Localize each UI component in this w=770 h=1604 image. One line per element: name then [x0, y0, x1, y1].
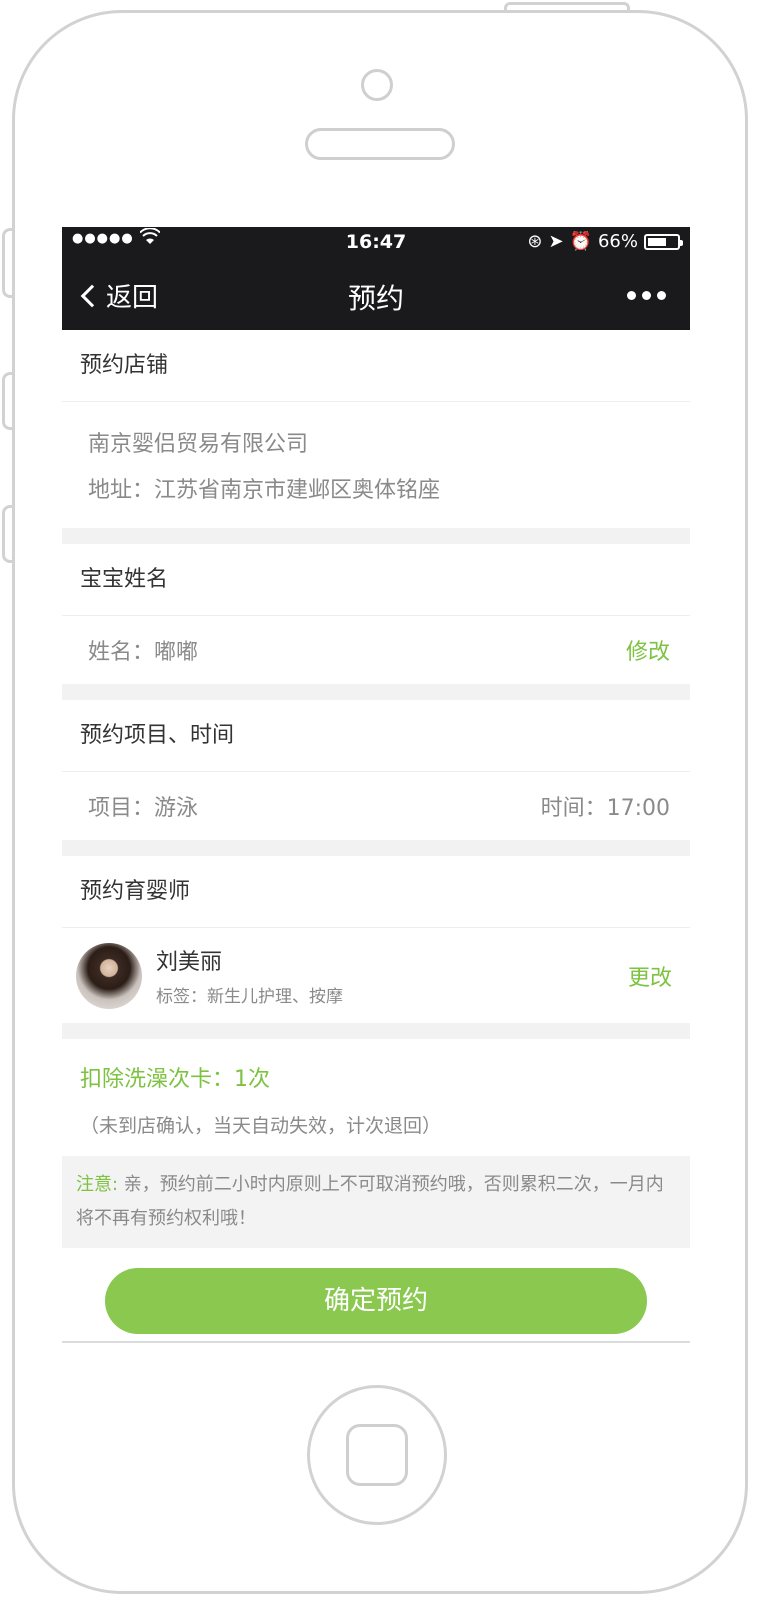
project-row: 项目：游泳 时间：17:00 [62, 772, 690, 840]
battery-percent: 66% [597, 231, 638, 252]
store-info: 南京婴侣贸易有限公司 地址：江苏省南京市建邺区奥体铭座 [62, 402, 690, 528]
more-icon[interactable] [627, 291, 666, 300]
deduct-section: 扣除洗澡次卡：1次 （未到店确认，当天自动失效，计次退回） [62, 1039, 690, 1156]
confirm-button[interactable]: 确定预约 [105, 1268, 647, 1334]
sitter-row: 刘美丽 标签：新生儿护理、按摩 更改 [62, 928, 690, 1023]
store-name: 南京婴侣贸易有限公司 [88, 432, 309, 457]
sitter-section-title: 预约育婴师 [62, 856, 690, 928]
battery-fill [648, 237, 667, 246]
nav-bar: 返回 预约 [62, 257, 690, 330]
notice: 注意: 亲，预约前二小时内原则上不可取消预约哦，否则累积二次，一月内将不再有预约… [62, 1156, 690, 1248]
rotation-lock-icon: ⊛ [527, 231, 543, 252]
location-icon: ➤ [548, 231, 564, 252]
sitter-tags: 标签：新生儿护理、按摩 [156, 987, 343, 1007]
baby-section: 宝宝姓名 姓名：嘟嘟 修改 [62, 544, 690, 684]
project-time: 时间：17:00 [540, 796, 670, 821]
avatar [76, 942, 142, 1009]
store-address: 地址：江苏省南京市建邺区奥体铭座 [88, 478, 441, 503]
deduct-title: 扣除洗澡次卡：1次 [80, 1067, 270, 1092]
project-name: 项目：游泳 [88, 796, 199, 821]
project-section-title: 预约项目、时间 [62, 700, 690, 772]
baby-name: 姓名：嘟嘟 [88, 640, 199, 665]
confirm-area: 确定预约 [62, 1248, 690, 1341]
notice-label: 注意: [76, 1174, 119, 1195]
store-section-title: 预约店铺 [62, 330, 690, 402]
project-section: 预约项目、时间 项目：游泳 时间：17:00 [62, 700, 690, 840]
notice-text: 亲，预约前二小时内原则上不可取消预约哦，否则累积二次，一月内将不再有预约权利哦！ [76, 1174, 664, 1229]
sitter-info: 刘美丽 标签：新生儿护理、按摩 [156, 944, 628, 1007]
home-button-icon [346, 1424, 408, 1486]
battery-icon [644, 233, 683, 250]
sitter-name: 刘美丽 [156, 950, 223, 975]
screen: ●●●●● 16:47 ⊛ ➤ ⏰ 66% 返回 预约 预约店铺 南京婴侣贸易有… [62, 227, 690, 1343]
baby-name-row: 姓名：嘟嘟 修改 [62, 616, 690, 684]
page-title: 预约 [347, 282, 404, 315]
speaker [305, 128, 455, 160]
change-button[interactable]: 更改 [628, 960, 672, 992]
deduct-note: （未到店确认，当天自动失效，计次退回） [80, 1115, 442, 1137]
sitter-section: 预约育婴师 刘美丽 标签：新生儿护理、按摩 更改 [62, 856, 690, 1023]
edit-button[interactable]: 修改 [626, 634, 670, 666]
status-bar: ●●●●● 16:47 ⊛ ➤ ⏰ 66% [62, 227, 690, 257]
alarm-icon: ⏰ [569, 231, 592, 252]
status-right: ⊛ ➤ ⏰ 66% [527, 231, 683, 252]
camera [361, 69, 393, 101]
baby-section-title: 宝宝姓名 [62, 544, 690, 616]
store-section: 预约店铺 南京婴侣贸易有限公司 地址：江苏省南京市建邺区奥体铭座 [62, 330, 690, 528]
